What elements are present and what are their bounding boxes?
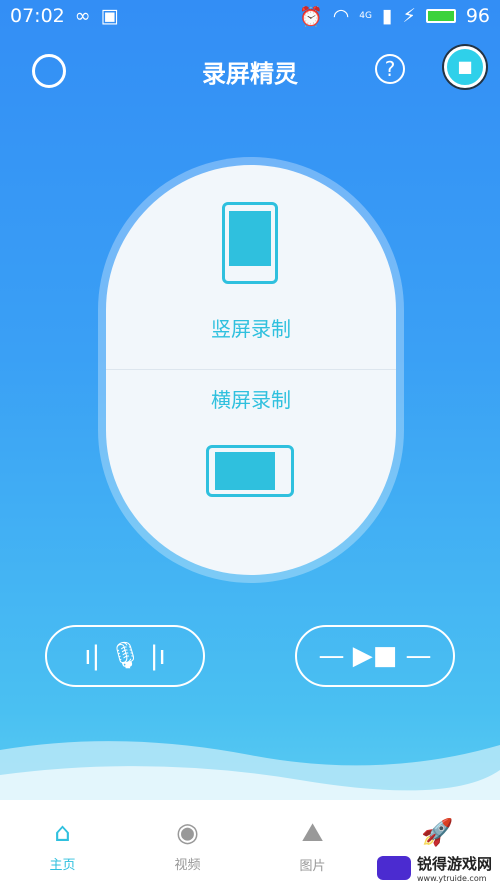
infinity-icon: ∞	[74, 5, 91, 27]
landscape-record-button[interactable]: 横屏录制	[106, 370, 396, 575]
portrait-phone-icon	[222, 202, 278, 284]
image-notification-icon: ▣	[100, 5, 119, 27]
tab-video[interactable]: ◉ 视频	[125, 800, 250, 889]
rocket-icon: 🚀	[421, 818, 454, 848]
landscape-phone-icon	[206, 445, 294, 497]
network-label: 4G	[359, 11, 372, 21]
image-icon: ⛰	[301, 818, 324, 848]
wifi-icon: ◠	[332, 5, 350, 27]
battery-level: 96	[465, 5, 490, 27]
app-title: 录屏精灵	[202, 60, 298, 88]
watermark-name: 锐得游戏网	[416, 855, 492, 873]
camera-button[interactable]: ■	[444, 46, 486, 88]
watermark: 锐得游戏网 www.ytruide.com	[376, 853, 492, 883]
tab-label: 图片	[299, 859, 326, 874]
tab-home[interactable]: ⌂ 主页	[0, 800, 125, 889]
portrait-record-button[interactable]: 竖屏录制	[106, 165, 396, 370]
watermark-logo-icon	[376, 856, 411, 880]
status-bar: 07:02 ∞ ▣ ⏰ ◠ 4G ▮ ⚡ 96	[0, 0, 500, 32]
watermark-url: www.ytruide.com	[416, 874, 487, 883]
alarm-icon: ⏰	[299, 5, 323, 28]
home-icon: ⌂	[54, 818, 71, 848]
header: 录屏精灵 ? ■	[0, 40, 500, 100]
portrait-label: 竖屏录制	[211, 317, 291, 341]
tab-label: 主页	[49, 858, 76, 873]
tab-pictures[interactable]: ⛰ 图片	[250, 800, 375, 889]
record-mode-card: 竖屏录制 横屏录制	[106, 165, 396, 575]
audio-record-button[interactable]: ı| 🎙 |ı	[45, 625, 205, 687]
wave-decoration	[0, 741, 500, 810]
tab-label: 视频	[174, 858, 201, 873]
video-camera-icon: — ▶■ —	[318, 641, 432, 671]
time: 07:02	[10, 5, 65, 27]
battery-icon	[425, 9, 456, 23]
video-record-button[interactable]: — ▶■ —	[295, 625, 455, 687]
charging-icon: ⚡	[402, 5, 416, 27]
play-circle-icon: ◉	[176, 818, 199, 848]
landscape-label: 横屏录制	[211, 388, 291, 412]
microphone-icon: ı| 🎙 |ı	[84, 641, 166, 671]
help-button[interactable]: ?	[375, 54, 405, 84]
signal-icon: ▮	[382, 5, 393, 27]
